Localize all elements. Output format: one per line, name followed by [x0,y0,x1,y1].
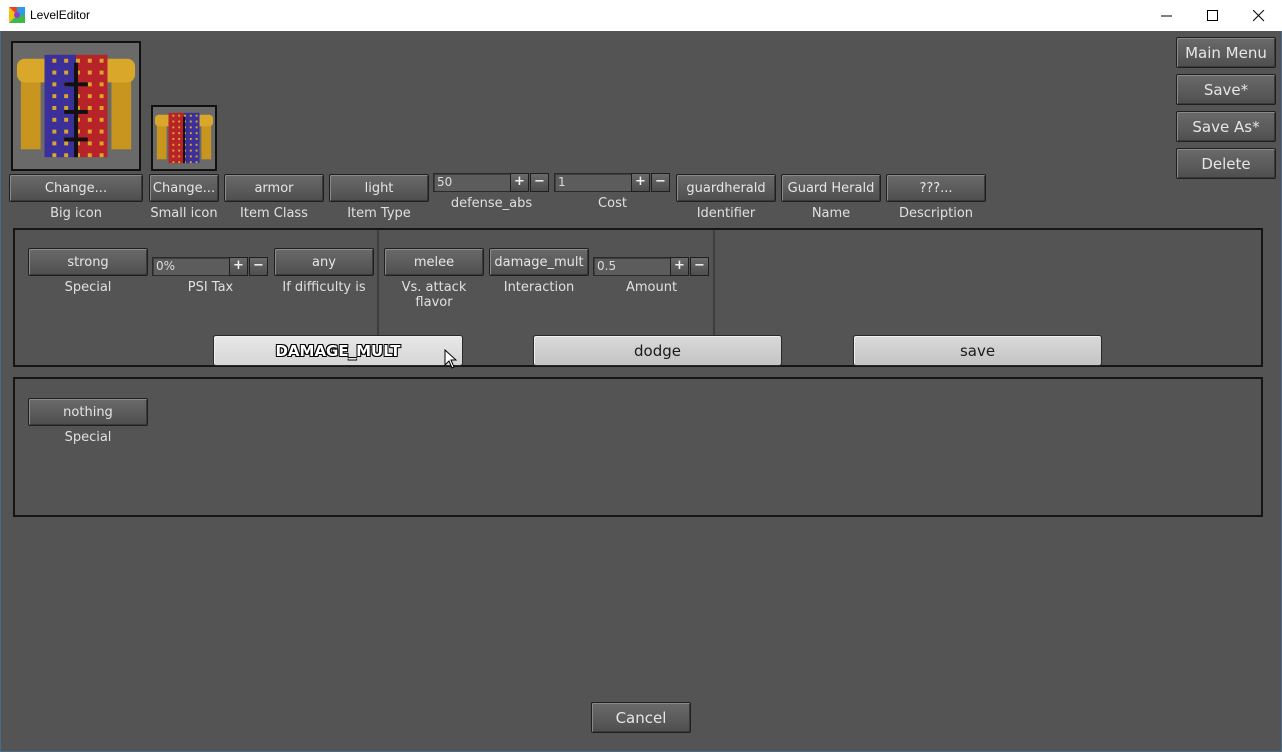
main-menu-button[interactable]: Main Menu [1176,37,1276,68]
interaction-label: Interaction [503,280,575,295]
attack-flavor-label-line1: Vs. attack [401,280,467,295]
tab-save[interactable]: save [853,335,1102,366]
minimize-button[interactable] [1144,0,1190,31]
tab-damage-mult[interactable]: DAMAGE_MULT [213,335,463,366]
second-special-button[interactable]: nothing [28,398,148,426]
amount-plus-button[interactable]: + [670,257,689,276]
identifier-button[interactable]: guardherald [676,174,776,202]
item-class-button[interactable]: armor [224,174,324,202]
description-button[interactable]: ???... [886,174,986,202]
name-button[interactable]: Guard Herald [781,174,881,202]
difficulty-label: If difficulty is [282,280,366,295]
item-type-button[interactable]: light [329,174,429,202]
second-special-label: Special [64,430,112,445]
identifier-label: Identifier [696,206,756,221]
armor-icon-small [153,107,215,169]
item-class-label: Item Class [240,206,308,221]
psi-tax-label: PSI Tax [187,280,234,295]
special-button[interactable]: strong [28,248,148,276]
maximize-icon [1207,10,1218,21]
armor-icon [13,43,139,169]
amount-minus-button[interactable]: − [690,257,709,276]
save-as-button[interactable]: Save As* [1176,111,1276,142]
save-button[interactable]: Save* [1176,74,1276,105]
special-label: Special [64,280,112,295]
window-border-left [0,31,1,752]
title-bar: LevelEditor [0,0,1282,31]
panel-divider [713,230,715,335]
description-label: Description [898,206,974,221]
psi-tax-input[interactable]: 0% [152,257,230,276]
change-big-icon-button[interactable]: Change... [9,174,143,202]
minimize-icon [1161,15,1172,17]
cost-plus-button[interactable]: + [631,173,650,192]
defense-abs-plus-button[interactable]: + [510,173,529,192]
cost-input[interactable]: 1 [554,173,632,192]
maximize-button[interactable] [1190,0,1236,31]
defense-abs-label: defense_abs [450,196,533,211]
item-type-label: Item Type [347,206,411,221]
cost-minus-button[interactable]: − [651,173,670,192]
big-icon-label: Big icon [50,206,102,221]
defense-abs-minus-button[interactable]: − [530,173,549,192]
attack-flavor-button[interactable]: melee [384,248,484,276]
cost-label: Cost [598,196,627,211]
cancel-button[interactable]: Cancel [591,702,691,733]
attack-flavor-label: Vs. attack flavor [384,280,484,310]
amount-label: Amount [625,280,678,295]
difficulty-button[interactable]: any [274,248,374,276]
window-title: LevelEditor [30,8,91,22]
amount-input[interactable]: 0.5 [593,257,671,276]
interaction-button[interactable]: damage_mult [489,248,589,276]
close-icon [1253,10,1265,22]
app-icon [9,7,25,23]
psi-tax-minus-button[interactable]: − [249,257,268,276]
small-icon-label: Small icon [150,206,218,221]
second-effect-panel [13,377,1263,517]
psi-tax-plus-button[interactable]: + [229,257,248,276]
delete-button[interactable]: Delete [1176,148,1276,179]
mouse-cursor-icon [444,349,457,369]
defense-abs-input[interactable]: 50 [433,173,511,192]
big-armor-icon [11,41,141,171]
attack-flavor-label-line2: flavor [415,295,453,310]
tab-dodge[interactable]: dodge [533,335,782,366]
change-small-icon-button[interactable]: Change... [149,174,219,202]
name-label: Name [811,206,851,221]
small-armor-icon [151,105,217,171]
close-button[interactable] [1236,0,1282,31]
